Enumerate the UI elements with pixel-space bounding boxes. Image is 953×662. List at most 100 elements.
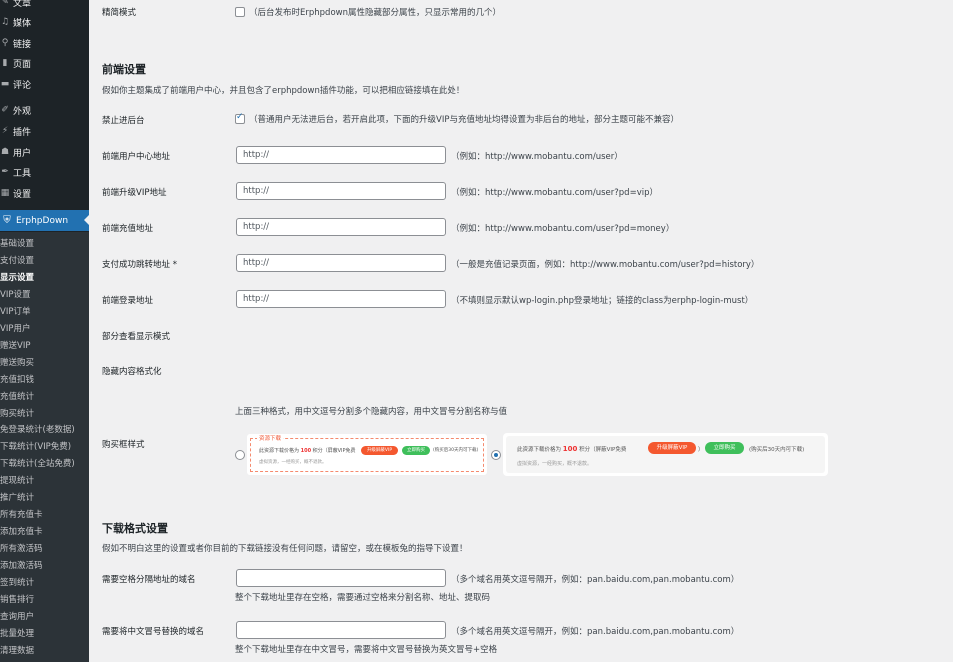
submenu-item[interactable]: 下载统计(VIP免费) — [0, 440, 71, 454]
submenu-item[interactable]: 查询用户 — [0, 610, 34, 624]
space-domain-label: 需要空格分隔地址的域名 — [102, 575, 196, 585]
shield-icon: ⛨ — [3, 215, 11, 226]
preview-price-line: 此资源下载价格为 100 积分（屏蔽VIP免费 — [259, 448, 356, 454]
sidebar-item-settings[interactable]: ▦ 设置 — [0, 183, 89, 203]
simple-mode-label: 精简模式 — [102, 8, 137, 18]
space-domain-desc: （多个域名用英文逗号隔开，例如：pan.baidu.com,pan.mobant… — [451, 575, 740, 585]
sidebar-item-pages[interactable]: ▮ 页面 — [0, 53, 89, 73]
submenu-item[interactable]: 基础设置 — [0, 237, 34, 251]
hidden-format-label: 隐藏内容格式化 — [102, 367, 162, 377]
colon-domain-input[interactable] — [236, 621, 446, 639]
wrench-icon: ✒ — [1, 167, 9, 177]
submenu-item[interactable]: 支付设置 — [0, 254, 34, 268]
submenu-item[interactable]: 充值统计 — [0, 390, 34, 404]
user-center-url-desc: （例如：http://www.mobantu.com/user） — [451, 152, 623, 162]
submenu-item[interactable]: 销售排行 — [0, 593, 34, 607]
link-icon: ⚲ — [1, 38, 9, 48]
login-url-desc: （不填则显示默认wp-login.php登录地址；链接的class为erphp-… — [451, 296, 754, 306]
space-domain-help: 整个下载地址里存在空格，需要通过空格来分割名称、地址、提取码 — [235, 593, 491, 603]
submenu-item[interactable]: 显示设置 — [0, 271, 34, 285]
sidebar-item-plugins[interactable]: ⚡ 插件 — [0, 121, 89, 141]
recharge-url-input[interactable] — [236, 218, 446, 236]
buy-box-style-1-radio[interactable] — [235, 450, 245, 460]
submenu-item[interactable]: VIP设置 — [0, 288, 30, 302]
buy-box-style-1-preview[interactable]: 资源下载 此资源下载价格为 100 积分（屏蔽VIP免费 升级屏蔽VIP 立即购… — [247, 434, 487, 475]
colon-domain-desc: （多个域名用英文逗号隔开，例如：pan.baidu.com,pan.mobant… — [451, 627, 740, 637]
user-center-url-input[interactable] — [236, 146, 446, 164]
preview-sub: 虚拟资源，一经购买，概不退款。 — [259, 460, 327, 465]
preview-note: (购买后30天内可下载) — [433, 448, 479, 453]
settings-content: 精简模式 （后台发布时Erphpdown属性隐藏部分属性，只显示常用的几个） 前… — [89, 0, 953, 662]
recharge-url-label: 前端充值地址 — [102, 224, 154, 234]
upgrade-vip-button: 升级屏蔽VIP — [361, 446, 398, 455]
sidebar-item-links[interactable]: ⚲ 链接 — [0, 33, 89, 53]
buy-now-button: 立即购买 — [705, 442, 744, 454]
submenu-item[interactable]: 所有充值卡 — [0, 508, 43, 522]
user-center-url-label: 前端用户中心地址 — [102, 152, 171, 162]
pay-success-url-label: 支付成功跳转地址 * — [102, 260, 177, 270]
submenu-item[interactable]: 推广统计 — [0, 491, 34, 505]
sidebar-item-tools[interactable]: ✒ 工具 — [0, 162, 89, 182]
sidebar-item-users[interactable]: ☗ 用户 — [0, 142, 89, 162]
sidebar-item-posts[interactable]: ✎ 文章 — [0, 0, 89, 12]
close-paren: ） — [698, 447, 704, 453]
media-icon: ♫ — [0, 17, 10, 27]
preview-sub: 虚拟资源，一经购买，概不退款。 — [517, 461, 593, 467]
pushpin-icon: ✎ — [1, 0, 9, 7]
simple-mode-checkbox[interactable] — [235, 7, 245, 17]
erphpdown-submenu: 基础设置支付设置显示设置 VIP设置 VIP订单 VIP用户赠送VIP 赠送购买充值扣钱… — [0, 232, 89, 662]
submenu-item[interactable]: 提现统计 — [0, 474, 34, 488]
login-url-label: 前端登录地址 — [102, 296, 154, 306]
simple-mode-desc: （后台发布时Erphpdown属性隐藏部分属性，只显示常用的几个） — [249, 8, 501, 18]
colon-domain-help: 整个下载地址里存在中文冒号，需要将中文冒号替换为英文冒号+空格 — [235, 645, 498, 655]
sidebar-item-comments[interactable]: ▬ 评论 — [0, 74, 89, 94]
admin-sidebar: ✎ 文章 ♫ 媒体 ⚲ 链接 ▮ 页面 ▬ 评论 ✐ 外观 ⚡ 插件 ☗ 用户 ✒ 工具 ▦ 设置 … — [0, 0, 89, 662]
submenu-item[interactable]: 批量处理 — [0, 627, 34, 641]
partial-view-label: 部分查看显示模式 — [102, 332, 171, 342]
disable-admin-desc: （普通用户无法进后台，若开启此项，下面的升级VIP与充值地址均得设置为非后台的地… — [249, 115, 679, 125]
submenu-item[interactable]: 充值扣钱 — [0, 373, 34, 387]
login-url-input[interactable] — [236, 290, 446, 308]
pay-success-url-desc: （一般是充值记录页面，例如：http://www.mobantu.com/use… — [451, 260, 760, 270]
submenu-item[interactable]: 赠送购买 — [0, 356, 34, 370]
submenu-item[interactable]: VIP用户 — [0, 322, 30, 336]
brush-icon: ✐ — [1, 105, 9, 115]
buy-now-button: 立即购买 — [402, 446, 430, 455]
plugin-icon: ⚡ — [1, 126, 9, 136]
preview-price-line: 此资源下载价格为 100 积分（屏蔽VIP免费 — [517, 445, 627, 453]
comment-icon: ▬ — [0, 79, 10, 89]
download-section-intro: 假如不明白这里的设置或者你目前的下载链接没有任何问题，请留空，或在模板兔的指导下… — [102, 544, 468, 554]
vip-url-input[interactable] — [236, 182, 446, 200]
colon-domain-label: 需要将中文冒号替换的域名 — [102, 627, 205, 637]
submenu-item[interactable]: 赠送VIP — [0, 339, 30, 353]
preview-title: 资源下载 — [257, 434, 284, 442]
vip-url-desc: （例如：http://www.mobantu.com/user?pd=vip） — [451, 188, 658, 198]
format-note: 上面三种格式，用中文逗号分割多个隐藏内容，用中文冒号分割名称与值 — [235, 407, 508, 417]
frontend-section-title: 前端设置 — [102, 63, 146, 76]
sidebar-item-appearance[interactable]: ✐ 外观 — [0, 100, 89, 120]
vip-url-label: 前端升级VIP地址 — [102, 188, 167, 198]
download-section-title: 下载格式设置 — [102, 522, 168, 535]
submenu-item[interactable]: 下载统计(全站免费) — [0, 457, 75, 471]
buy-box-style-2-preview[interactable]: 此资源下载价格为 100 积分（屏蔽VIP免费 升级屏蔽VIP ） 立即购买 (… — [503, 433, 828, 476]
submenu-item[interactable]: 免登录统计(老数据) — [0, 423, 75, 437]
space-domain-input[interactable] — [236, 569, 446, 587]
recharge-url-desc: （例如：http://www.mobantu.com/user?pd=money… — [451, 224, 675, 234]
submenu-item[interactable]: 所有激活码 — [0, 542, 43, 556]
disable-admin-checkbox[interactable] — [235, 112, 245, 124]
upgrade-vip-button: 升级屏蔽VIP — [648, 442, 696, 454]
submenu-item[interactable]: 签到统计 — [0, 576, 34, 590]
buy-box-style-2-radio[interactable] — [491, 450, 501, 460]
user-icon: ☗ — [0, 147, 10, 157]
settings-icon: ▦ — [0, 188, 10, 198]
submenu-item[interactable]: 添加充值卡 — [0, 525, 43, 539]
disable-admin-label: 禁止进后台 — [102, 116, 145, 126]
submenu-item[interactable]: 添加激活码 — [0, 559, 43, 573]
pay-success-url-input[interactable] — [236, 254, 446, 272]
sidebar-item-media[interactable]: ♫ 媒体 — [0, 12, 89, 32]
submenu-item[interactable]: 清理数据 — [0, 644, 34, 658]
sidebar-item-erphpdown[interactable]: ⛨ ErphpDown — [0, 210, 89, 231]
submenu-item[interactable]: 购买统计 — [0, 407, 34, 421]
buy-box-style-label: 购买框样式 — [102, 440, 145, 450]
submenu-item[interactable]: VIP订单 — [0, 305, 30, 319]
